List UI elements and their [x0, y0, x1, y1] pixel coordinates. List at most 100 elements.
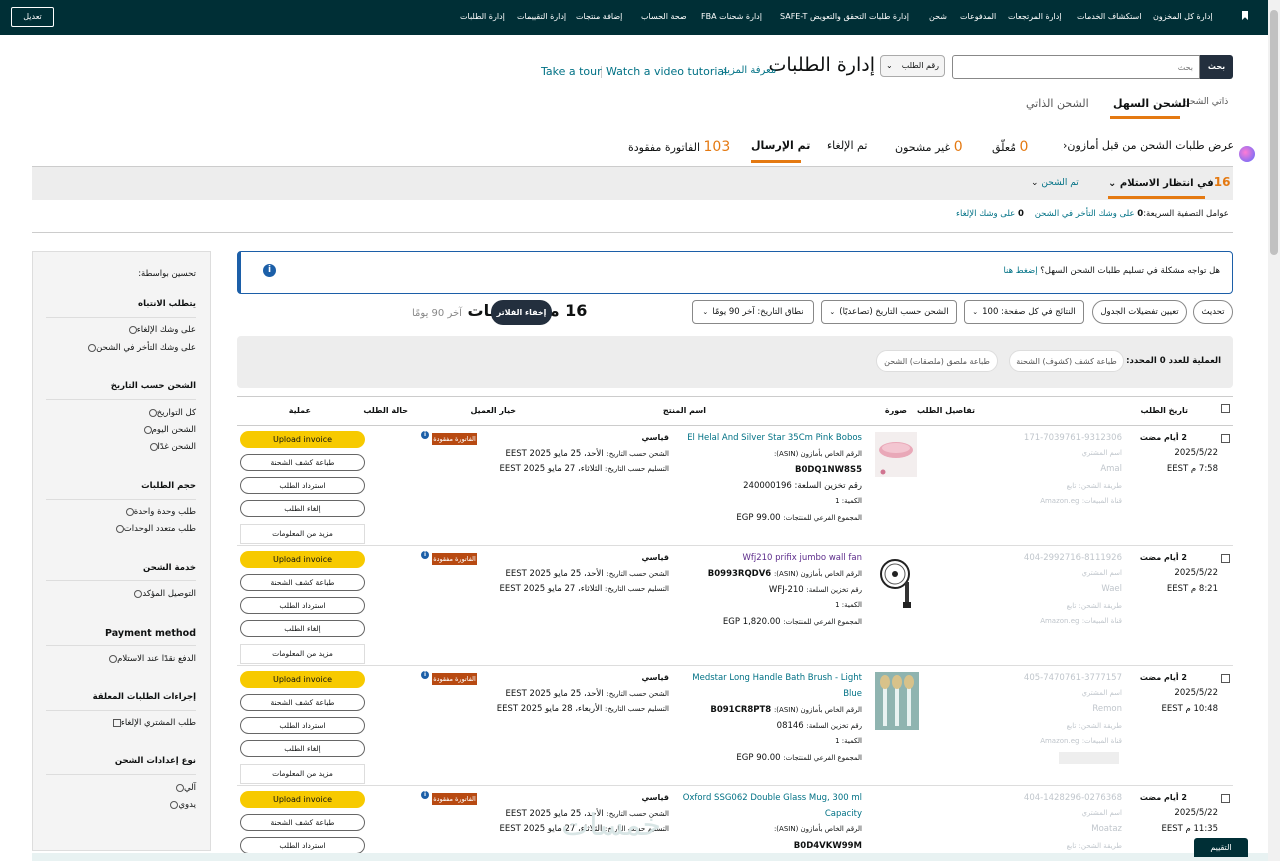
product-image[interactable]	[875, 432, 917, 477]
page-scrollbar[interactable]	[1268, 0, 1280, 861]
product-name-link[interactable]: Medstar Long Handle Bath Brush - Light	[692, 673, 862, 683]
nav-explore-services[interactable]: استكشاف الخدمات	[1077, 12, 1141, 21]
refund-button[interactable]: استرداد الطلب	[240, 837, 365, 854]
filter-option[interactable]: الشحن اليوم	[143, 425, 196, 435]
assistant-icon[interactable]	[1239, 146, 1255, 162]
nav-fba-shipments[interactable]: إدارة شحنات FBA	[701, 12, 762, 21]
more-info-button[interactable]: مزيد من المعلومات	[240, 644, 365, 664]
search-type-select[interactable]: رقم الطلب ⌄	[880, 55, 945, 77]
subtab-shipped[interactable]: تم الشحن ⌄	[1031, 178, 1079, 188]
order-id-link[interactable]: 405-7470761-3777157	[1024, 673, 1122, 683]
video-tutorial-link[interactable]: Watch a video tutorial	[606, 65, 727, 78]
product-name-link[interactable]: Oxford SSG062 Double Glass Mug, 300 ml	[683, 793, 862, 803]
date-range-select[interactable]: نطاق التاريخ: آخر 90 يومًا⌄	[692, 300, 814, 324]
subtab-waiting-pickup[interactable]: 16في انتظار الاستلام ⌄	[1108, 175, 1230, 189]
quick-filter-cancel[interactable]: على وشك الإلغاء	[956, 209, 1015, 219]
filter-option[interactable]: طلب المشتري الإلغاء	[112, 718, 196, 728]
radio-button[interactable]	[125, 507, 134, 516]
refund-button[interactable]: استرداد الطلب	[240, 717, 365, 734]
select-all-checkbox[interactable]	[1221, 404, 1230, 413]
info-icon[interactable]: i	[421, 671, 429, 679]
tab-cancelled[interactable]: تم الإلغاء	[827, 139, 867, 152]
upload-invoice-button[interactable]: Upload invoice	[240, 431, 365, 448]
radio-button[interactable]	[149, 442, 158, 451]
cancel-order-button[interactable]: إلغاء الطلب	[240, 740, 365, 757]
more-info-button[interactable]: مزيد من المعلومات	[240, 524, 365, 544]
upload-invoice-button[interactable]: Upload invoice	[240, 551, 365, 568]
filter-option[interactable]: طلب متعدد الوحدات	[115, 524, 196, 534]
radio-button[interactable]	[128, 325, 137, 334]
banner-link[interactable]: إضغط هنا	[1003, 266, 1037, 276]
product-name-link[interactable]: Wfj210 prifix jumbo wall fan	[742, 553, 862, 563]
filter-option[interactable]: كل التواريخ	[148, 408, 196, 418]
cancel-order-button[interactable]: إلغاء الطلب	[240, 620, 365, 637]
tab-self-shipping[interactable]: الشحن الذاتي	[1026, 97, 1089, 110]
filter-option[interactable]: طلب وحدة واحدة	[125, 507, 196, 517]
refund-button[interactable]: استرداد الطلب	[240, 597, 365, 614]
nav-manage-inventory[interactable]: إدارة كل المخزون	[1153, 12, 1213, 21]
nav-shipping[interactable]: شحن	[929, 12, 947, 21]
scrollbar-thumb[interactable]	[1270, 10, 1278, 255]
row-checkbox[interactable]	[1221, 674, 1230, 683]
row-checkbox[interactable]	[1221, 794, 1230, 803]
table-preferences-button[interactable]: تعيين تفضيلات الجدول	[1092, 300, 1187, 324]
nav-payments[interactable]: المدفوعات	[960, 12, 996, 21]
info-icon[interactable]: i	[421, 551, 429, 559]
filter-option[interactable]: يدوي	[169, 800, 196, 810]
checkbox[interactable]	[112, 718, 121, 727]
refresh-button[interactable]: تحديث	[1193, 300, 1233, 324]
info-icon[interactable]: i	[421, 431, 429, 439]
radio-button[interactable]	[109, 654, 118, 663]
product-name-line2[interactable]: Blue	[843, 689, 862, 699]
tab-easy-ship[interactable]: الشحن السهل	[1113, 97, 1190, 110]
sort-select[interactable]: الشحن حسب التاريخ (تصاعديًا)⌄	[821, 300, 957, 324]
bookmark-icon[interactable]	[1242, 11, 1248, 20]
info-icon[interactable]: i	[421, 791, 429, 799]
tab-prefulfilled[interactable]: عرض طلبات الشحن من قبل أمازون‹	[1063, 139, 1234, 152]
tab-missing-invoice[interactable]: 103 الفاتورة مفقودة	[628, 139, 730, 155]
order-id-link[interactable]: 404-1428296-0276368	[1024, 793, 1122, 803]
row-checkbox[interactable]	[1221, 434, 1230, 443]
radio-button[interactable]	[115, 524, 124, 533]
tab-unshipped[interactable]: 0 غير مشحون	[895, 139, 963, 155]
print-slip-button[interactable]: طباعة كشف الشحنة	[240, 814, 365, 831]
edit-nav-button[interactable]: تعديل	[11, 7, 54, 27]
print-slip-button[interactable]: طباعة كشف الشحنة	[240, 454, 365, 471]
learn-more-link[interactable]: معرفة المزيد	[722, 65, 776, 76]
row-checkbox[interactable]	[1221, 554, 1230, 563]
radio-button[interactable]	[148, 408, 157, 417]
product-image[interactable]	[875, 672, 919, 730]
cancel-order-button[interactable]: إلغاء الطلب	[240, 500, 365, 517]
upload-invoice-button[interactable]: Upload invoice	[240, 791, 365, 808]
product-name-link[interactable]: El Helal And Silver Star 35Cm Pink Bobos	[687, 433, 862, 443]
hide-filters-button[interactable]: إخفاء الفلاتر	[491, 300, 552, 325]
filter-option[interactable]: الشحن غدًا	[149, 442, 196, 452]
print-slip-button[interactable]: طباعة كشف الشحنة	[240, 694, 365, 711]
tab-pending[interactable]: 0 مُعلّق	[992, 139, 1028, 155]
nav-add-products[interactable]: إضافة منتجات	[576, 12, 622, 21]
filter-option[interactable]: آلي	[175, 783, 196, 793]
more-info-button[interactable]: مزيد من المعلومات	[240, 764, 365, 784]
order-id-link[interactable]: 171-7039761-9312306	[1024, 433, 1122, 443]
nav-manage-returns[interactable]: إدارة المرتجعات	[1008, 12, 1062, 21]
nav-manage-reviews[interactable]: إدارة التقييمات	[517, 12, 566, 21]
filter-option[interactable]: التوصيل المؤكد	[133, 589, 196, 599]
nav-manage-orders[interactable]: إدارة الطلبات	[460, 12, 505, 21]
product-name-line2[interactable]: Capacity	[825, 809, 862, 819]
column-date[interactable]: تاريخ الطلب	[1141, 406, 1188, 415]
refund-button[interactable]: استرداد الطلب	[240, 477, 365, 494]
quick-filter-late[interactable]: على وشك التأخر في الشحن	[1035, 209, 1135, 219]
upload-invoice-button[interactable]: Upload invoice	[240, 671, 365, 688]
radio-button[interactable]	[88, 343, 97, 352]
radio-button[interactable]	[175, 783, 184, 792]
tab-sent[interactable]: تم الإرسال	[751, 139, 810, 152]
feedback-button[interactable]: التقييم	[1194, 838, 1248, 857]
search-input[interactable]	[952, 55, 1200, 79]
nav-account-health[interactable]: صحة الحساب	[641, 12, 687, 21]
print-shipping-labels-button[interactable]: طباعة ملصق (ملصقات) الشحن	[876, 350, 998, 372]
search-button[interactable]: بحث	[1200, 55, 1233, 79]
order-id-link[interactable]: 404-2992716-8111926	[1024, 553, 1122, 563]
print-packing-slip-button[interactable]: طباعة كشف (كشوف) الشحنة	[1009, 350, 1124, 372]
filter-option[interactable]: الدفع نقدًا عند الاستلام	[108, 654, 196, 664]
radio-button[interactable]	[143, 425, 152, 434]
